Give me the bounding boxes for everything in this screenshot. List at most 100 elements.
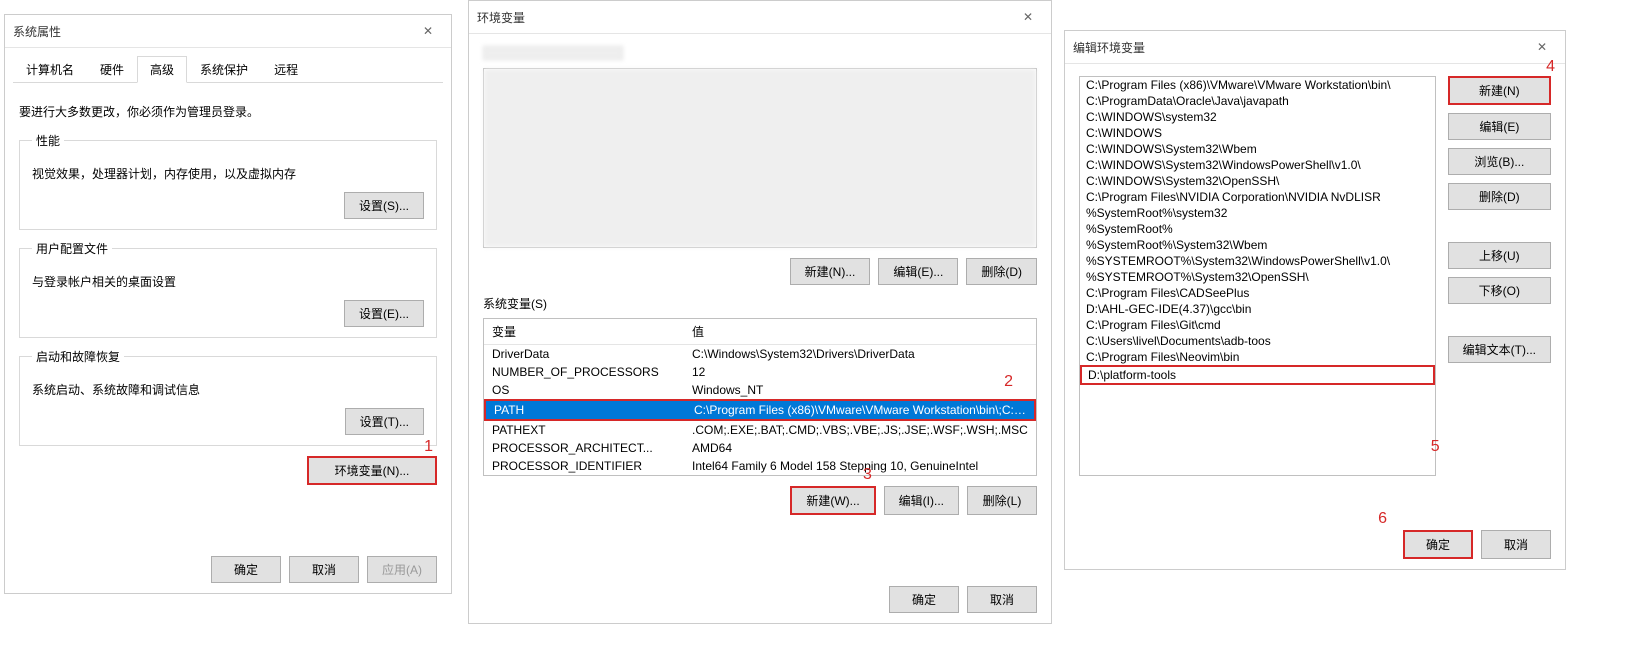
tab-computer-name[interactable]: 计算机名 <box>13 56 87 82</box>
cancel-button[interactable]: 取消 <box>967 586 1037 613</box>
table-row[interactable]: PROCESSOR_IDENTIFIERIntel64 Family 6 Mod… <box>484 457 1036 475</box>
list-item[interactable]: C:\Program Files\Neovim\bin <box>1080 349 1435 365</box>
list-item[interactable]: %SYSTEMROOT%\System32\OpenSSH\ <box>1080 269 1435 285</box>
col-value-header: 值 <box>684 319 1036 344</box>
table-row[interactable]: PATHEXT.COM;.EXE;.BAT;.CMD;.VBS;.VBE;.JS… <box>484 421 1036 439</box>
dialog-title: 系统属性 <box>13 23 61 40</box>
list-item[interactable]: C:\WINDOWS\System32\OpenSSH\ <box>1080 173 1435 189</box>
ok-button[interactable]: 确定 <box>211 556 281 583</box>
table-row[interactable]: NUMBER_OF_PROCESSORS12 <box>484 363 1036 381</box>
annotation-1: 1 <box>424 438 433 456</box>
table-row[interactable]: PROCESSOR_ARCHITECT...AMD64 <box>484 439 1036 457</box>
sys-edit-button[interactable]: 编辑(I)... <box>884 486 959 515</box>
list-item[interactable]: C:\WINDOWS\System32\Wbem <box>1080 141 1435 157</box>
user-profiles-legend: 用户配置文件 <box>32 240 112 257</box>
startup-settings-button[interactable]: 设置(T)... <box>345 408 424 435</box>
list-item[interactable]: C:\Program Files\Git\cmd <box>1080 317 1435 333</box>
list-item[interactable]: C:\Users\livel\Documents\adb-toos <box>1080 333 1435 349</box>
var-name: PROCESSOR_IDENTIFIER <box>484 457 684 475</box>
table-row[interactable]: PATHC:\Program Files (x86)\VMware\VMware… <box>484 399 1036 421</box>
ok-button[interactable]: 确定 <box>889 586 959 613</box>
list-item[interactable]: C:\ProgramData\Oracle\Java\javapath <box>1080 93 1435 109</box>
system-vars-listbox[interactable]: 变量 值 DriverDataC:\Windows\System32\Drive… <box>483 318 1037 476</box>
ok-button[interactable]: 确定 <box>1403 530 1473 559</box>
list-item[interactable]: D:\platform-tools <box>1080 365 1435 385</box>
system-properties-dialog: 系统属性 ✕ 计算机名 硬件 高级 系统保护 远程 要进行大多数更改，你必须作为… <box>4 14 452 594</box>
advanced-tab-content: 要进行大多数更改，你必须作为管理员登录。 性能 视觉效果，处理器计划，内存使用，… <box>5 83 451 497</box>
dialog-buttons: 确定 取消 <box>469 576 1051 623</box>
list-item[interactable]: C:\WINDOWS\System32\WindowsPowerShell\v1… <box>1080 157 1435 173</box>
var-name: NUMBER_OF_PROCESSORS <box>484 363 684 381</box>
titlebar: 系统属性 ✕ <box>5 15 451 48</box>
list-item[interactable]: C:\WINDOWS <box>1080 125 1435 141</box>
dialog-title: 环境变量 <box>477 9 525 26</box>
cancel-button[interactable]: 取消 <box>289 556 359 583</box>
table-row[interactable]: OSWindows_NT <box>484 381 1036 399</box>
tab-hardware[interactable]: 硬件 <box>87 56 137 82</box>
col-name-header: 变量 <box>484 319 684 344</box>
sys-new-button[interactable]: 新建(W)... <box>790 486 875 515</box>
list-item[interactable]: C:\Program Files\CADSeePlus <box>1080 285 1435 301</box>
var-value: C:\Windows\System32\Drivers\DriverData <box>684 345 1036 363</box>
var-value: C:\Program Files (x86)\VMware\VMware Wor… <box>686 401 1034 419</box>
environment-variables-button[interactable]: 环境变量(N)... <box>307 456 437 485</box>
user-profiles-desc: 与登录帐户相关的桌面设置 <box>32 273 424 290</box>
cancel-button[interactable]: 取消 <box>1481 530 1551 559</box>
tab-remote[interactable]: 远程 <box>261 56 311 82</box>
dialog-buttons: 6 确定 取消 <box>1065 520 1565 569</box>
var-value: Intel64 Family 6 Model 158 Stepping 10, … <box>684 457 1036 475</box>
side-buttons: 新建(N) 编辑(E) 浏览(B)... 删除(D) 上移(U) 下移(O) 编… <box>1448 76 1551 476</box>
user-delete-button[interactable]: 删除(D) <box>966 258 1037 285</box>
edit-button[interactable]: 编辑(E) <box>1448 113 1551 140</box>
var-name: DriverData <box>484 345 684 363</box>
list-item[interactable]: D:\AHL-GEC-IDE(4.37)\gcc\bin <box>1080 301 1435 317</box>
performance-legend: 性能 <box>32 132 64 149</box>
move-down-button[interactable]: 下移(O) <box>1448 277 1551 304</box>
list-item[interactable]: %SYSTEMROOT%\System32\WindowsPowerShell\… <box>1080 253 1435 269</box>
list-body[interactable]: DriverDataC:\Windows\System32\Drivers\Dr… <box>484 345 1036 475</box>
annotation-6: 6 <box>1378 510 1387 528</box>
startup-legend: 启动和故障恢复 <box>32 348 124 365</box>
annotation-5: 5 <box>1431 438 1440 456</box>
annotation-4: 4 <box>1546 58 1555 76</box>
list-item[interactable]: %SystemRoot%\system32 <box>1080 205 1435 221</box>
close-icon[interactable]: ✕ <box>1013 7 1043 27</box>
admin-note: 要进行大多数更改，你必须作为管理员登录。 <box>19 103 437 120</box>
var-name: OS <box>484 381 684 399</box>
edit-env-var-dialog: 编辑环境变量 ✕ 4 C:\Program Files (x86)\VMware… <box>1064 30 1566 570</box>
apply-button[interactable]: 应用(A) <box>367 556 437 583</box>
edit-text-button[interactable]: 编辑文本(T)... <box>1448 336 1551 363</box>
close-icon[interactable]: ✕ <box>413 21 443 41</box>
close-icon[interactable]: ✕ <box>1527 37 1557 57</box>
edit-content: 4 C:\Program Files (x86)\VMware\VMware W… <box>1065 64 1565 488</box>
var-value: 12 <box>684 363 1036 381</box>
performance-desc: 视觉效果，处理器计划，内存使用，以及虚拟内存 <box>32 165 424 182</box>
env-content: 新建(N)... 编辑(E)... 删除(D) 系统变量(S) 变量 值 Dri… <box>469 34 1051 527</box>
tab-advanced[interactable]: 高级 <box>137 56 187 83</box>
user-vars-listbox[interactable] <box>483 68 1037 248</box>
path-listbox[interactable]: C:\Program Files (x86)\VMware\VMware Wor… <box>1079 76 1436 476</box>
user-profiles-settings-button[interactable]: 设置(E)... <box>344 300 424 327</box>
list-item[interactable]: C:\Program Files\NVIDIA Corporation\NVID… <box>1080 189 1435 205</box>
sys-delete-button[interactable]: 删除(L) <box>967 486 1037 515</box>
user-new-button[interactable]: 新建(N)... <box>790 258 871 285</box>
performance-settings-button[interactable]: 设置(S)... <box>344 192 424 219</box>
annotation-2: 2 <box>1004 373 1013 391</box>
environment-variables-dialog: 环境变量 ✕ 新建(N)... 编辑(E)... 删除(D) 系统变量(S) 变… <box>468 0 1052 624</box>
tab-system-protection[interactable]: 系统保护 <box>187 56 261 82</box>
user-edit-button[interactable]: 编辑(E)... <box>878 258 958 285</box>
var-value: .COM;.EXE;.BAT;.CMD;.VBS;.VBE;.JS;.JSE;.… <box>684 421 1036 439</box>
tabs: 计算机名 硬件 高级 系统保护 远程 <box>13 56 443 83</box>
list-header: 变量 值 <box>484 319 1036 345</box>
table-row[interactable]: DriverDataC:\Windows\System32\Drivers\Dr… <box>484 345 1036 363</box>
list-item[interactable]: C:\WINDOWS\system32 <box>1080 109 1435 125</box>
move-up-button[interactable]: 上移(U) <box>1448 242 1551 269</box>
startup-recovery-group: 启动和故障恢复 系统启动、系统故障和调试信息 设置(T)... <box>19 348 437 446</box>
list-item[interactable]: %SystemRoot% <box>1080 221 1435 237</box>
list-item[interactable]: %SystemRoot%\System32\Wbem <box>1080 237 1435 253</box>
list-item[interactable]: C:\Program Files (x86)\VMware\VMware Wor… <box>1080 77 1435 93</box>
user-vars-label-blurred <box>483 46 623 60</box>
new-button[interactable]: 新建(N) <box>1448 76 1551 105</box>
delete-button[interactable]: 删除(D) <box>1448 183 1551 210</box>
browse-button[interactable]: 浏览(B)... <box>1448 148 1551 175</box>
